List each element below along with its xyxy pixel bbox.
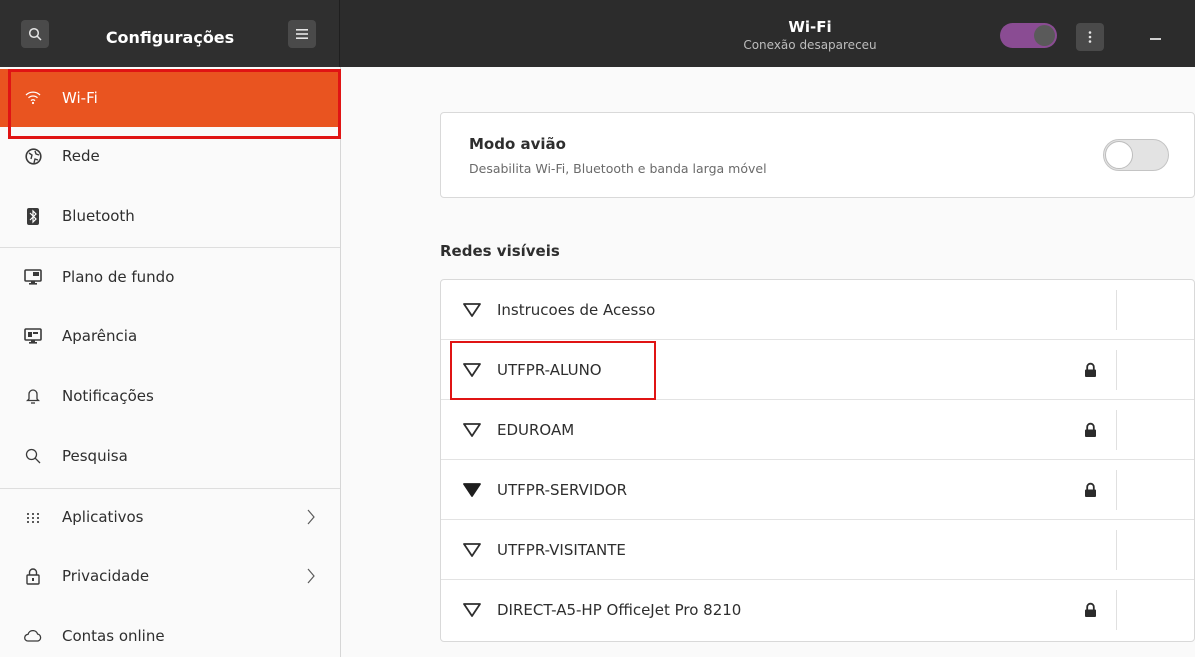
sidebar-item-contas-online[interactable]: Contas online <box>0 607 340 657</box>
search-icon <box>24 447 42 465</box>
search-button[interactable] <box>21 20 49 48</box>
wifi-signal-weak-icon <box>463 302 481 317</box>
network-name: UTFPR-VISITANTE <box>497 540 626 559</box>
sidebar-item-label: Bluetooth <box>62 207 135 225</box>
visible-networks-label: Redes visíveis <box>440 242 560 260</box>
airplane-mode-panel: Modo avião Desabilita Wi-Fi, Bluetooth e… <box>440 112 1195 198</box>
airplane-mode-subtitle: Desabilita Wi-Fi, Bluetooth e banda larg… <box>469 161 767 176</box>
sidebar-item-label: Rede <box>62 147 100 165</box>
row-separator <box>1116 410 1117 450</box>
network-name: UTFPR-ALUNO <box>497 360 602 379</box>
sidebar-item-label: Pesquisa <box>62 447 128 465</box>
wifi-signal-strong-icon <box>463 482 481 497</box>
wifi-signal-weak-icon <box>463 542 481 557</box>
sidebar-item-wifi[interactable]: Wi-Fi <box>0 69 340 127</box>
sidebar-item-aplicativos[interactable]: Aplicativos <box>0 488 340 546</box>
row-separator <box>1116 350 1117 390</box>
network-row[interactable]: UTFPR-SERVIDOR <box>441 460 1194 520</box>
sidebar-item-label: Notificações <box>62 387 154 405</box>
lock-icon <box>1085 422 1096 437</box>
apps-grid-icon <box>24 508 42 526</box>
network-row[interactable]: EDUROAM <box>441 400 1194 460</box>
lock-icon <box>1085 482 1096 497</box>
hamburger-menu-icon <box>296 29 308 39</box>
switch-knob <box>1034 25 1055 46</box>
sidebar-item-label: Privacidade <box>62 567 150 585</box>
minimize-icon[interactable] <box>1150 38 1161 40</box>
app-title: Configurações <box>105 28 235 47</box>
bell-icon <box>24 387 42 405</box>
sidebar-item-aparencia[interactable]: Aparência <box>0 307 340 365</box>
chevron-right-icon <box>307 568 315 584</box>
wifi-signal-weak-icon <box>463 422 481 437</box>
row-separator <box>1116 290 1117 330</box>
sidebar-header: Configurações <box>0 0 340 67</box>
sidebar-item-notificacoes[interactable]: Notificações <box>0 367 340 425</box>
wifi-signal-weak-icon <box>463 603 481 617</box>
appearance-icon <box>24 327 42 345</box>
bluetooth-icon <box>24 207 42 225</box>
row-separator <box>1116 530 1117 570</box>
wifi-toggle-switch[interactable] <box>1000 23 1057 48</box>
lock-icon <box>1085 362 1096 377</box>
network-row[interactable]: Instrucoes de Acesso <box>441 280 1194 340</box>
toggle-knob <box>1105 141 1133 169</box>
airplane-mode-title: Modo avião <box>469 135 566 153</box>
row-separator <box>1116 470 1117 510</box>
airplane-mode-toggle[interactable] <box>1103 139 1169 171</box>
network-name: EDUROAM <box>497 420 575 439</box>
network-icon <box>24 147 42 165</box>
sidebar-item-pesquisa[interactable]: Pesquisa <box>0 427 340 485</box>
sidebar-item-plano-de-fundo[interactable]: Plano de fundo <box>0 248 340 306</box>
row-separator <box>1116 590 1117 630</box>
search-icon <box>28 27 42 41</box>
network-row[interactable]: UTFPR-ALUNO <box>441 340 1194 400</box>
sidebar-item-label: Aplicativos <box>62 508 144 526</box>
sidebar: Wi-Fi Rede Bluetooth Plano de fundo Apar… <box>0 67 341 657</box>
network-name: Instrucoes de Acesso <box>497 300 656 319</box>
lock-icon <box>24 567 42 585</box>
header-bar: Configurações Wi-Fi Conexão desapareceu <box>0 0 1195 67</box>
wifi-icon <box>24 89 42 107</box>
sidebar-item-label: Plano de fundo <box>62 268 175 286</box>
more-options-button[interactable] <box>1076 23 1104 51</box>
network-name: UTFPR-SERVIDOR <box>497 480 628 499</box>
menu-button[interactable] <box>288 20 316 48</box>
cloud-icon <box>24 627 42 645</box>
sidebar-item-label: Wi-Fi <box>62 89 98 107</box>
chevron-right-icon <box>307 509 315 525</box>
kebab-menu-icon <box>1088 31 1092 43</box>
page-title: Wi-Fi <box>788 18 832 36</box>
networks-list: Instrucoes de Acesso UTFPR-ALUNO EDUROAM… <box>440 279 1195 642</box>
network-name: DIRECT-A5-HP OfficeJet Pro 8210 <box>497 601 742 619</box>
network-row[interactable]: UTFPR-VISITANTE <box>441 520 1194 580</box>
sidebar-item-label: Aparência <box>62 327 138 345</box>
sidebar-item-bluetooth[interactable]: Bluetooth <box>0 187 340 245</box>
wifi-signal-weak-icon <box>463 362 481 377</box>
lock-icon <box>1085 602 1096 617</box>
sidebar-item-label: Contas online <box>62 627 165 645</box>
page-subtitle: Conexão desapareceu <box>743 38 877 52</box>
sidebar-item-rede[interactable]: Rede <box>0 127 340 185</box>
background-icon <box>24 268 42 286</box>
network-row[interactable]: DIRECT-A5-HP OfficeJet Pro 8210 <box>441 580 1194 640</box>
sidebar-item-privacidade[interactable]: Privacidade <box>0 547 340 605</box>
